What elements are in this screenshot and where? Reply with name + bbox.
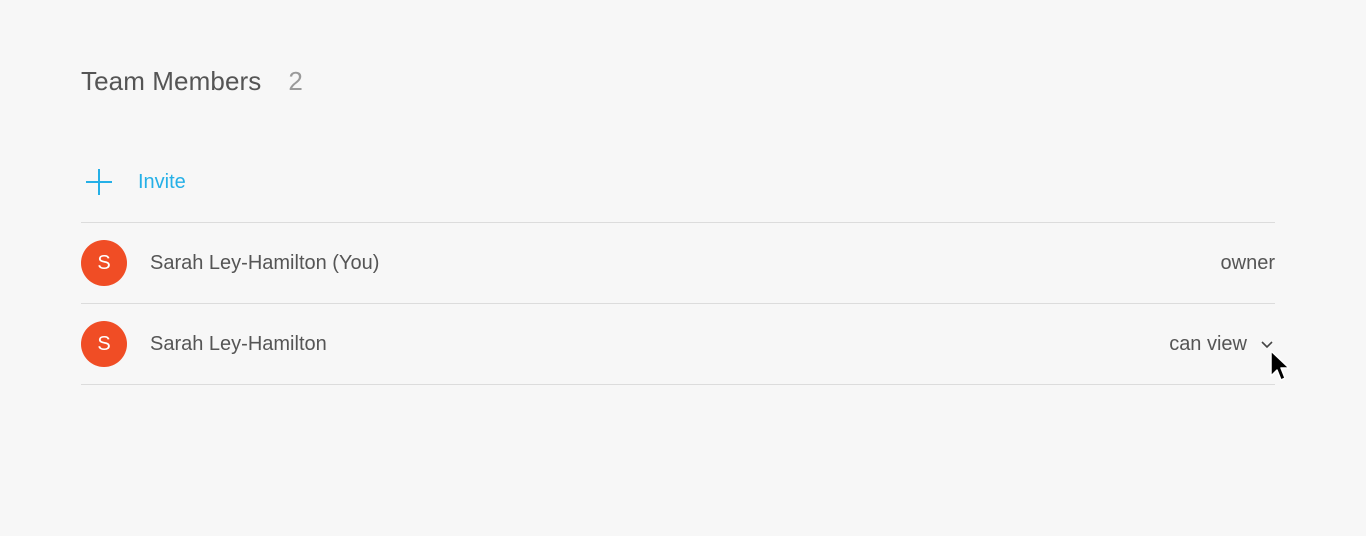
role-dropdown[interactable]: can view <box>1169 304 1275 384</box>
plus-icon[interactable] <box>81 164 117 200</box>
member-role: owner <box>1221 223 1275 303</box>
chevron-down-icon[interactable] <box>1261 338 1273 350</box>
member-name: Sarah Ley-Hamilton (You) <box>150 251 380 274</box>
member-list: S Sarah Ley-Hamilton (You) owner S Sarah… <box>81 222 1275 385</box>
member-name: Sarah Ley-Hamilton <box>150 332 327 355</box>
member-row: S Sarah Ley-Hamilton can view <box>81 304 1275 385</box>
avatar-initial: S <box>97 251 111 274</box>
avatar: S <box>81 240 127 286</box>
invite-button[interactable]: Invite <box>81 164 186 200</box>
team-members-header: Team Members 2 <box>81 66 303 98</box>
role-label: owner <box>1220 251 1275 274</box>
avatar-initial: S <box>97 332 111 355</box>
invite-label[interactable]: Invite <box>138 171 186 194</box>
member-row: S Sarah Ley-Hamilton (You) owner <box>81 223 1275 304</box>
role-label[interactable]: can view <box>1169 333 1247 356</box>
avatar: S <box>81 321 127 367</box>
page-title: Team Members <box>81 66 262 96</box>
member-count: 2 <box>288 66 303 96</box>
